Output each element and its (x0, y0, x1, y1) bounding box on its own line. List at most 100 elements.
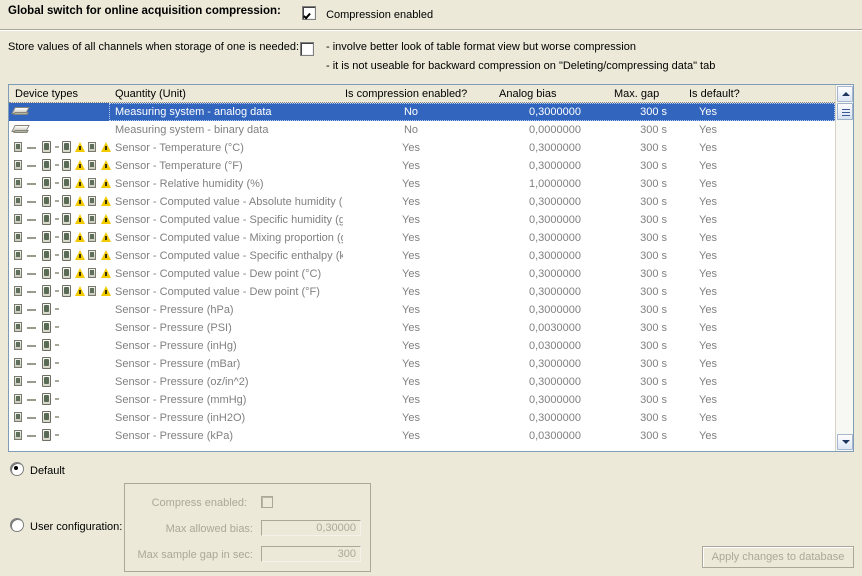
apply-changes-button[interactable]: Apply changes to database (702, 546, 854, 568)
table-row[interactable]: Sensor - Computed value - Dew point (°F)… (9, 283, 835, 301)
cell-quantity: Sensor - Relative humidity (%) (115, 178, 264, 190)
radio-default[interactable]: Default (10, 462, 65, 477)
cell-is-default: Yes (699, 160, 717, 172)
module-icon (87, 194, 100, 208)
module-icon (13, 374, 26, 388)
module-icon (13, 266, 26, 280)
cell-max-gap: 300 s (640, 412, 667, 424)
cell-is-default: Yes (699, 142, 717, 154)
cell-analog-bias: 1,0000000 (529, 178, 581, 190)
table-row[interactable]: Sensor - Pressure (hPa) Yes 0,3000000 300 s… (9, 301, 835, 319)
module-icon (13, 284, 26, 298)
scroll-up-button[interactable] (837, 86, 853, 102)
store-values-checkbox[interactable] (300, 42, 314, 56)
cell-quantity: Sensor - Computed value - Specific entha… (115, 250, 343, 262)
device-type-icons (13, 194, 113, 210)
max-sample-gap-row: Max sample gap in sec: 300 (131, 546, 361, 564)
checkbox-box[interactable] (302, 6, 316, 20)
device-icon (41, 158, 54, 172)
cell-is-default: Yes (699, 376, 717, 388)
table-row[interactable]: Sensor - Computed value - Absolute humid… (9, 193, 835, 211)
dash-icon (27, 356, 40, 370)
max-allowed-bias-input[interactable]: 0,30000 (261, 520, 361, 536)
cell-is-default: Yes (699, 268, 717, 280)
device-type-icons (13, 104, 34, 120)
cell-max-gap: 300 s (640, 124, 667, 136)
tick-icon (55, 338, 60, 352)
table-row[interactable]: Sensor - Pressure (kPa) Yes 0,0300000 300 s… (9, 427, 835, 445)
device-icon (41, 428, 54, 442)
max-sample-gap-input[interactable]: 300 (261, 546, 361, 562)
vertical-scrollbar[interactable] (835, 85, 853, 451)
table-row[interactable]: Sensor - Pressure (mmHg) Yes 0,3000000 300 … (9, 391, 835, 409)
tick-icon (55, 140, 60, 154)
tick-icon (55, 230, 60, 244)
table-row[interactable]: Sensor - Pressure (inHg) Yes 0,0300000 300 … (9, 337, 835, 355)
module-icon (13, 302, 26, 316)
column-header-analog_bias[interactable]: Analog bias (499, 88, 557, 100)
device-type-icons (13, 320, 61, 336)
radio-user-configuration[interactable]: User configuration: (10, 518, 122, 533)
cell-max-gap: 300 s (640, 358, 667, 370)
table-row[interactable]: Sensor - Pressure (PSI) Yes 0,0030000 300 s… (9, 319, 835, 337)
table-row[interactable]: Sensor - Temperature (°F) Yes 0,3000000 300… (9, 157, 835, 175)
table-row[interactable]: Sensor - Pressure (mBar) Yes 0,3000000 300 … (9, 355, 835, 373)
cell-analog-bias: 0,3000000 (529, 160, 581, 172)
cell-compression-enabled: Yes (402, 268, 420, 280)
module-icon (13, 428, 26, 442)
table-row[interactable]: Sensor - Relative humidity (%) Yes 1,00000… (9, 175, 835, 193)
radio-user-label: User configuration: (30, 521, 123, 533)
cell-compression-enabled: Yes (402, 304, 420, 316)
table-row[interactable]: Sensor - Pressure (inH2O) Yes 0,3000000 300… (9, 409, 835, 427)
cell-analog-bias: 0,0000000 (529, 124, 581, 136)
cell-compression-enabled: Yes (402, 286, 420, 298)
cell-compression-enabled: Yes (402, 394, 420, 406)
cell-compression-enabled: Yes (402, 160, 420, 172)
device-icon (61, 140, 74, 154)
radio-default-dot[interactable] (10, 462, 24, 476)
column-header-is_default[interactable]: Is default? (689, 88, 740, 100)
device-icon (41, 194, 54, 208)
compression-enabled-checkbox[interactable]: Compression enabled (302, 6, 433, 21)
radio-user-dot[interactable] (10, 518, 24, 532)
max-allowed-bias-row: Max allowed bias: 0,30000 (131, 520, 361, 538)
column-header-device_types[interactable]: Device types (15, 88, 78, 100)
grid-body[interactable]: Measuring system - analog data No 0,300000… (9, 103, 835, 451)
cell-max-gap: 300 s (640, 106, 667, 118)
dash-icon (27, 392, 40, 406)
tick-icon (55, 374, 60, 388)
module-icon (13, 176, 26, 190)
compress-enabled-label: Compress enabled: (151, 497, 247, 509)
table-row[interactable]: Sensor - Computed value - Dew point (°C)… (9, 265, 835, 283)
table-row[interactable]: Measuring system - analog data No 0,300000… (9, 103, 835, 121)
column-header-quantity[interactable]: Quantity (Unit) (115, 88, 186, 100)
dash-icon (27, 410, 40, 424)
compress-enabled-checkbox[interactable] (261, 496, 273, 508)
column-header-compression[interactable]: Is compression enabled? (345, 88, 467, 100)
dash-icon (27, 374, 40, 388)
table-row[interactable]: Sensor - Pressure (oz/in^2) Yes 0,3000000 3… (9, 373, 835, 391)
device-types-grid[interactable]: Device types Quantity (Unit) Is compressio… (8, 84, 854, 452)
dash-icon (27, 158, 40, 172)
store-note-2: - it is not useable for backward compres… (326, 60, 716, 72)
table-row[interactable]: Sensor - Computed value - Mixing proport… (9, 229, 835, 247)
module-icon (13, 230, 26, 244)
cell-analog-bias: 0,3000000 (529, 214, 581, 226)
dash-icon (27, 212, 40, 226)
table-row[interactable]: Sensor - Temperature (°C) Yes 0,3000000 300… (9, 139, 835, 157)
module-icon (87, 212, 100, 226)
cell-max-gap: 300 s (640, 340, 667, 352)
column-header-max_gap[interactable]: Max. gap (614, 88, 659, 100)
table-row[interactable]: Sensor - Computed value - Specific entha… (9, 247, 835, 265)
table-row[interactable]: Measuring system - binary data No 0,000000… (9, 121, 835, 139)
cell-max-gap: 300 s (640, 142, 667, 154)
scroll-down-button[interactable] (837, 434, 853, 450)
device-icon (61, 266, 74, 280)
cell-analog-bias: 0,3000000 (529, 250, 581, 262)
scrollbar-thumb[interactable] (837, 103, 853, 120)
cell-analog-bias: 0,3000000 (529, 376, 581, 388)
dash-icon (27, 176, 40, 190)
table-row[interactable]: Sensor - Computed value - Specific humid… (9, 211, 835, 229)
device-icon (41, 410, 54, 424)
warning-icon (75, 158, 86, 172)
